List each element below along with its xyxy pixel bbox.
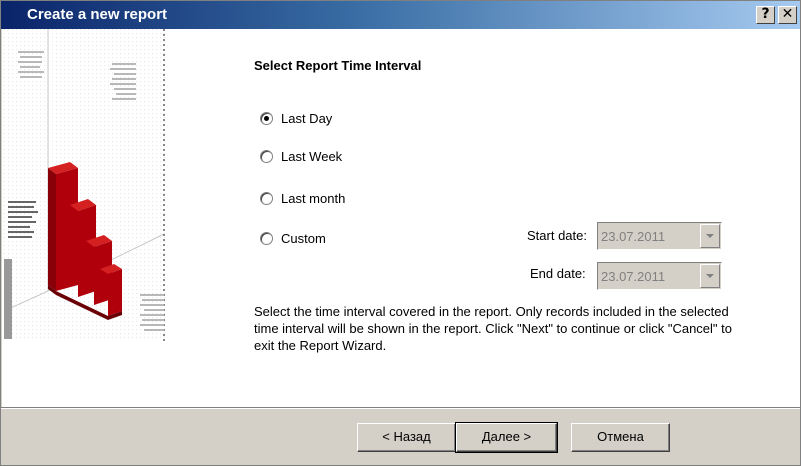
description-text: Select the time interval covered in the … [254,304,732,353]
radio-button[interactable] [260,232,273,245]
start-date-picker[interactable]: 23.07.2011 [597,222,722,250]
report-illustration [3,29,168,341]
chevron-down-icon[interactable] [700,264,720,288]
start-date-value: 23.07.2011 [601,229,666,244]
wizard-content: Select Report Time Interval Last Day Las… [2,29,800,407]
radio-last-day[interactable]: Last Day [260,111,332,126]
radio-label-last-day: Last Day [281,111,333,126]
radio-label-custom: Custom [281,231,326,246]
radio-last-week[interactable]: Last Week [260,149,342,164]
footer-divider-highlight [1,408,800,409]
report-wizard-window: Create a new report ? ✕ Select Report Ti… [0,0,801,466]
page-heading: Select Report Time Interval [254,58,422,73]
radio-button[interactable] [260,192,273,205]
window-title: Create a new report [27,6,168,23]
help-button[interactable]: ? [756,6,775,24]
radio-button-checked[interactable] [260,112,273,125]
chart-illustration-icon [3,29,168,341]
back-button[interactable]: < Назад [357,423,456,452]
chevron-down-icon[interactable] [700,224,720,248]
end-date-label: End date: [530,266,586,281]
cancel-button[interactable]: Отмена [571,423,670,452]
radio-last-month[interactable]: Last month [260,191,345,206]
radio-custom[interactable]: Custom [260,231,326,246]
end-date-value: 23.07.2011 [601,269,666,284]
start-date-label: Start date: [527,228,587,243]
end-date-picker[interactable]: 23.07.2011 [597,262,722,290]
radio-label-last-week: Last Week [281,149,343,164]
radio-label-last-month: Last month [281,191,346,206]
close-button[interactable]: ✕ [778,6,797,24]
radio-button[interactable] [260,150,273,163]
next-button[interactable]: Далее > [455,422,558,453]
title-bar[interactable]: Create a new report ? ✕ [1,1,800,29]
